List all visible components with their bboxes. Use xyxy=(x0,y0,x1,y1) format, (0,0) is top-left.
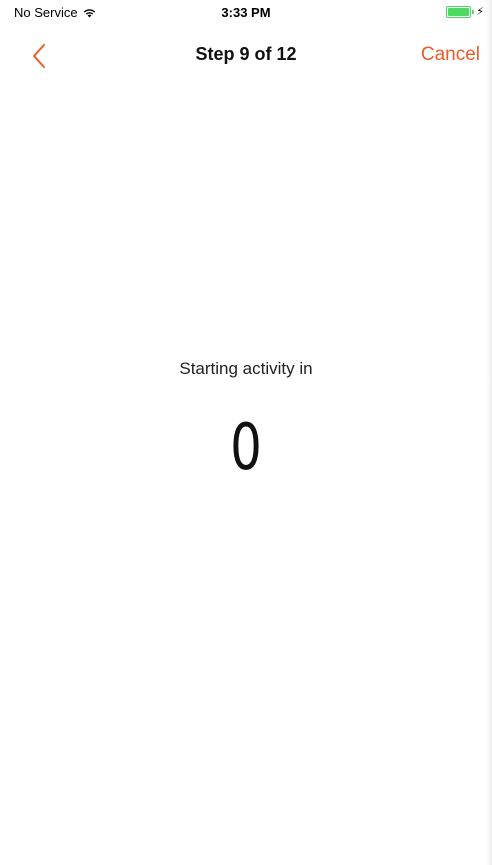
battery-icon xyxy=(446,6,475,18)
screen: No Service 3:33 PM ⚡ Step 9 of 12 Cancel… xyxy=(0,0,492,865)
countdown-value: 0 xyxy=(54,416,438,480)
cancel-button[interactable]: Cancel xyxy=(421,44,480,66)
charging-bolt-icon: ⚡ xyxy=(476,6,484,18)
page-title: Step 9 of 12 xyxy=(195,44,297,64)
status-right: ⚡ xyxy=(446,6,484,18)
countdown-number: 0 xyxy=(230,411,262,485)
status-time: 3:33 PM xyxy=(221,5,271,20)
screen-edge xyxy=(486,0,492,865)
countdown-label: Starting activity in xyxy=(179,359,313,378)
navigation-bar: Step 9 of 12 Cancel xyxy=(0,26,492,86)
status-bar: No Service 3:33 PM ⚡ xyxy=(0,0,492,26)
